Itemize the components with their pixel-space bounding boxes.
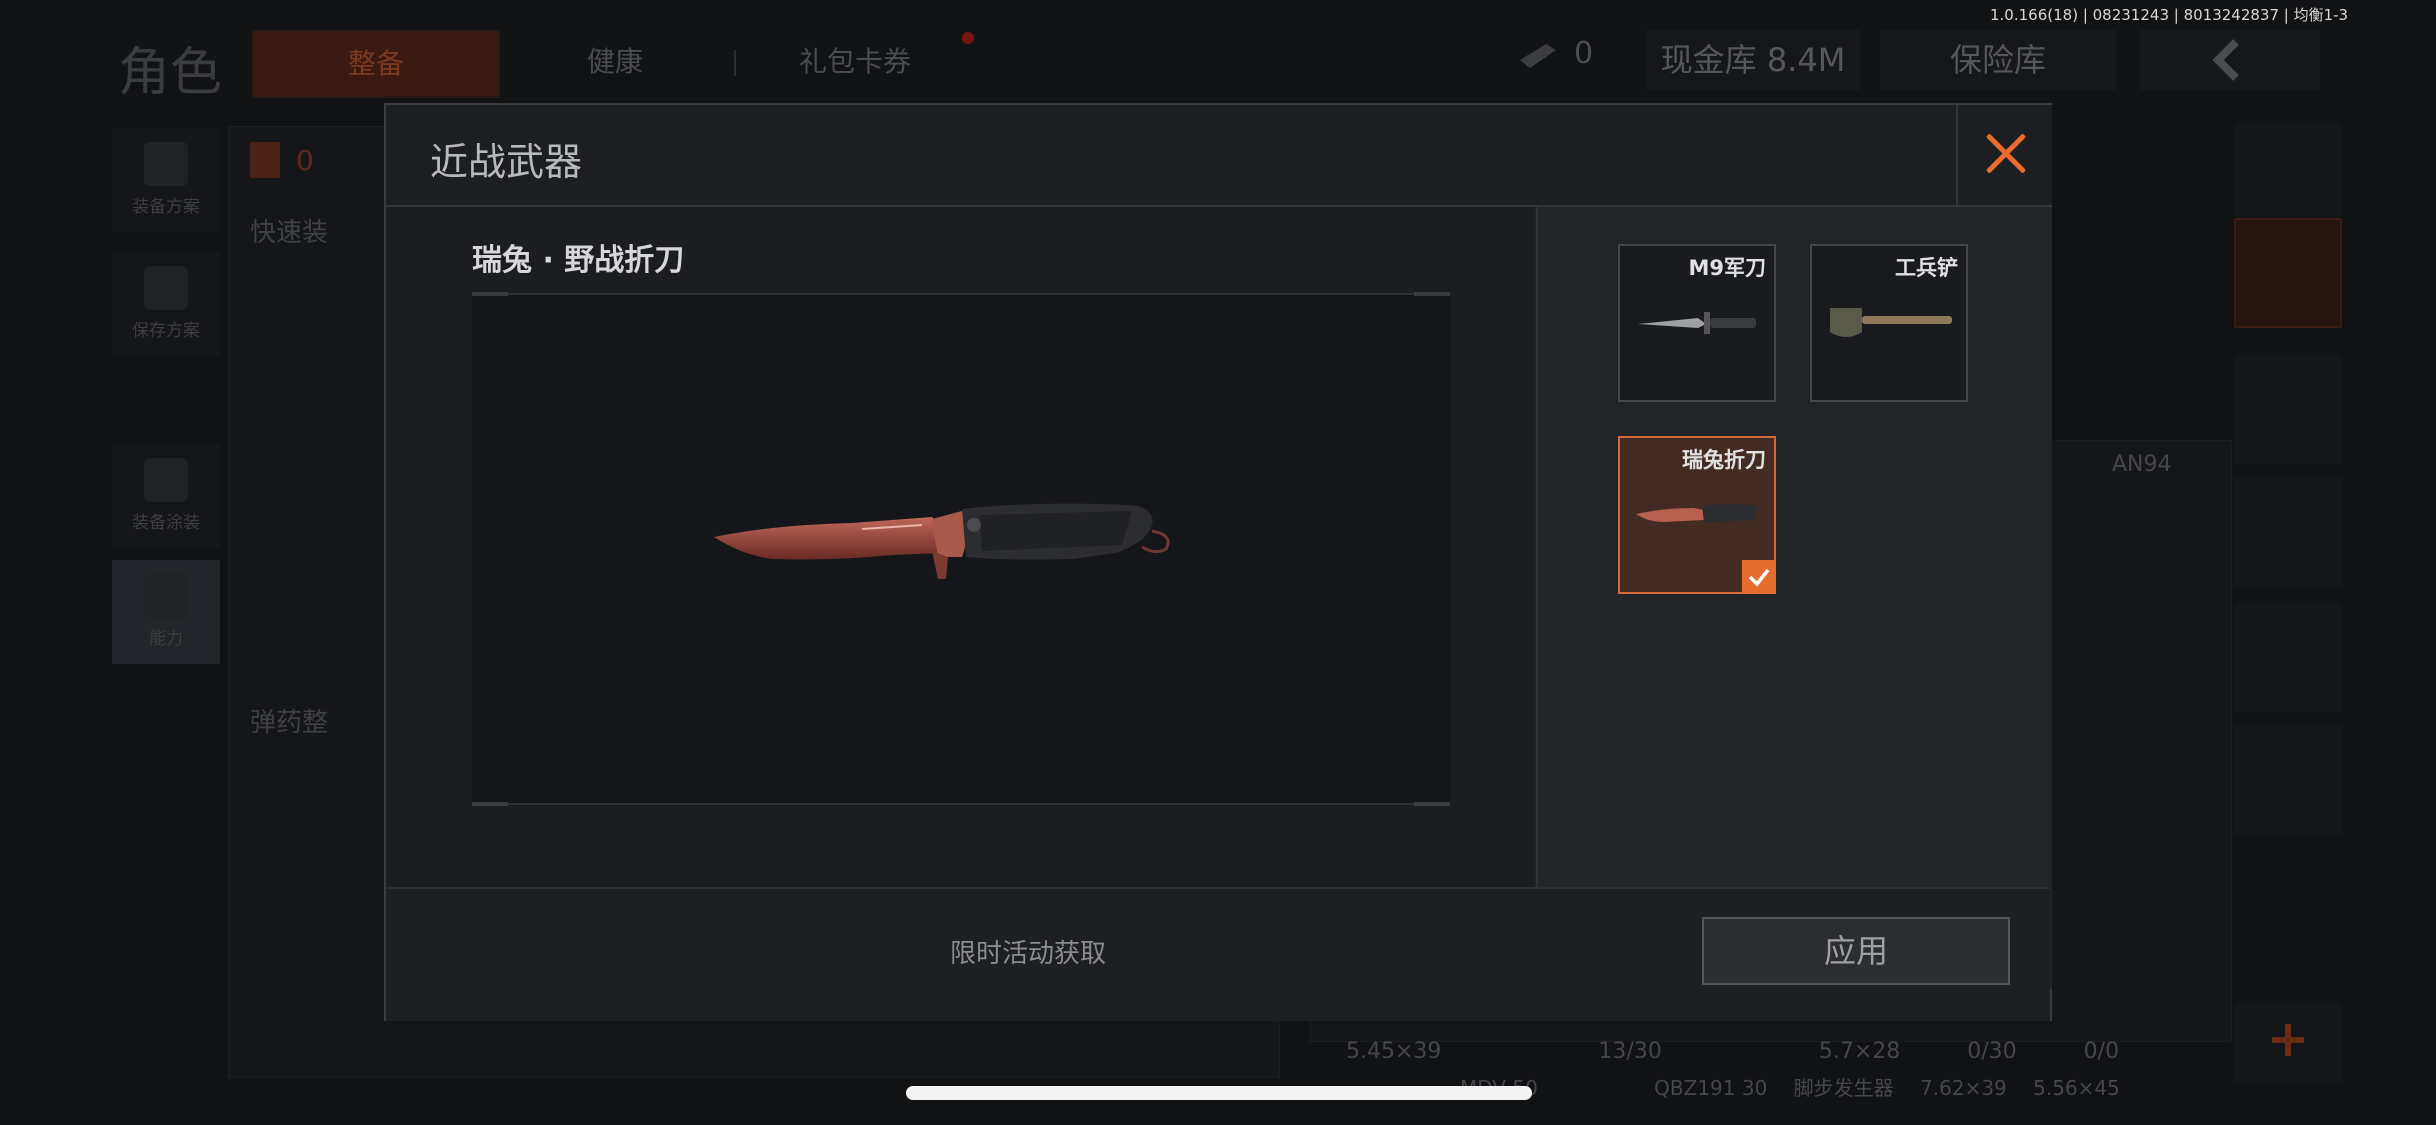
folding-knife-icon [1636, 504, 1758, 522]
weapon-option-rabbit-knife[interactable]: 瑞兔折刀 [1618, 436, 1776, 594]
top-bar: 角色 整备 健康 礼包卡券 0 现金库 8.4M 保险库 1.0.166(18)… [0, 0, 2436, 120]
quick-equip-label[interactable]: 快速装 [250, 212, 328, 249]
loadout-plan-button[interactable]: 装备方案 [112, 128, 220, 232]
home-indicator[interactable] [906, 1086, 1532, 1100]
weapon-option-label: M9军刀 [1688, 256, 1766, 280]
ammo-type: 5.7×28 [1818, 1039, 1901, 1064]
checkmark-icon [1742, 560, 1776, 594]
apply-button[interactable]: 应用 [1702, 917, 2010, 985]
item-name: 脚步发生器 [1793, 1076, 1894, 1100]
tab-divider [734, 50, 736, 76]
selected-skin-name: 瑞兔 · 野战折刀 [472, 243, 685, 278]
ammo-count: 0/30 [1967, 1039, 2017, 1064]
ammo-type: 5.45×39 [1346, 1039, 1442, 1064]
weapon-option-label: 工兵铲 [1895, 256, 1958, 280]
dialog-title: 近战武器 [430, 140, 583, 184]
ability-button[interactable]: 能力 [112, 560, 220, 664]
lightning-icon [144, 574, 188, 618]
vest-icon [144, 142, 188, 186]
version-info: 1.0.166(18) | 08231243 | 8013242837 | 均衡… [1990, 6, 2349, 24]
folding-knife-icon [714, 503, 1170, 579]
right-rail [2234, 122, 2342, 1082]
save-plan-button[interactable]: 保存方案 [112, 252, 220, 356]
helmet-icon [144, 458, 188, 502]
page-title: 角色 [118, 43, 223, 103]
item-name: 5.56×45 [2033, 1076, 2120, 1100]
item-name: QBZ191 30 [1654, 1076, 1768, 1100]
rail-label: 能力 [149, 629, 183, 649]
weapon-list [1536, 207, 2052, 989]
ammo-count: 0/0 [2083, 1039, 2120, 1064]
magazine-slot[interactable] [2234, 602, 2342, 712]
rail-label: 保存方案 [132, 321, 200, 341]
cash-vault-label[interactable]: 现金库 8.4M [1646, 30, 1860, 90]
weapon-preview[interactable] [472, 292, 1450, 806]
item-name: 7.62×39 [1920, 1076, 2007, 1100]
safe-vault-button[interactable]: 保险库 [1880, 30, 2116, 90]
tab-health[interactable]: 健康 [530, 30, 700, 94]
back-button[interactable] [2140, 30, 2320, 90]
ammo-stack-icon [1516, 38, 1558, 74]
toolbar-count: 0 [296, 144, 314, 177]
weapon-option-shovel[interactable]: 工兵铲 [1810, 244, 1968, 402]
notification-dot [962, 32, 974, 44]
back-arrow-icon [2212, 39, 2239, 81]
add-button[interactable] [2234, 1002, 2342, 1082]
tab-gift-cards[interactable]: 礼包卡券 [750, 30, 960, 94]
weapon-option-m9[interactable]: M9军刀 [1618, 244, 1776, 402]
currency-count: 0 [1574, 36, 1594, 71]
item-slot[interactable] [2234, 726, 2342, 836]
ammo-setup-label[interactable]: 弹药整 [250, 702, 328, 739]
bayonet-icon [1638, 312, 1756, 334]
weapon-name: AN94 [2112, 452, 2172, 477]
attachment-slot[interactable] [2234, 122, 2342, 232]
close-button[interactable] [1956, 105, 2052, 205]
plus-icon [2272, 1024, 2304, 1056]
equipment-skin-button[interactable]: 装备涂装 [112, 444, 220, 548]
attachment-slot-active[interactable] [2234, 218, 2342, 328]
shovel-icon [1830, 308, 1952, 337]
weapon-option-label: 瑞兔折刀 [1682, 448, 1766, 472]
rail-label: 装备方案 [132, 197, 200, 217]
melee-weapon-dialog: 近战武器 瑞兔 · 野战折刀 M9军刀 工兵铲 瑞兔折刀 限时活动获取 应用 [384, 103, 2052, 1021]
tab-equip[interactable]: 整备 [252, 30, 500, 98]
stats-row: 5.45×39 13/30 5.7×28 0/30 0/0 [1316, 1032, 2119, 1072]
rifle-slot[interactable] [2234, 478, 2342, 588]
dialog-header: 近战武器 [386, 105, 2052, 207]
obtain-source-text: 限时活动获取 [950, 939, 1107, 969]
stats-row-2: MDV 50 QBZ191 30 脚步发生器 7.62×39 5.56×45 [1460, 1068, 2120, 1108]
helmet-slot[interactable] [2234, 354, 2342, 464]
rail-label: 装备涂装 [132, 513, 200, 533]
backpack-icon [250, 142, 280, 178]
ammo-count: 13/30 [1598, 1039, 1662, 1064]
download-icon [144, 266, 188, 310]
